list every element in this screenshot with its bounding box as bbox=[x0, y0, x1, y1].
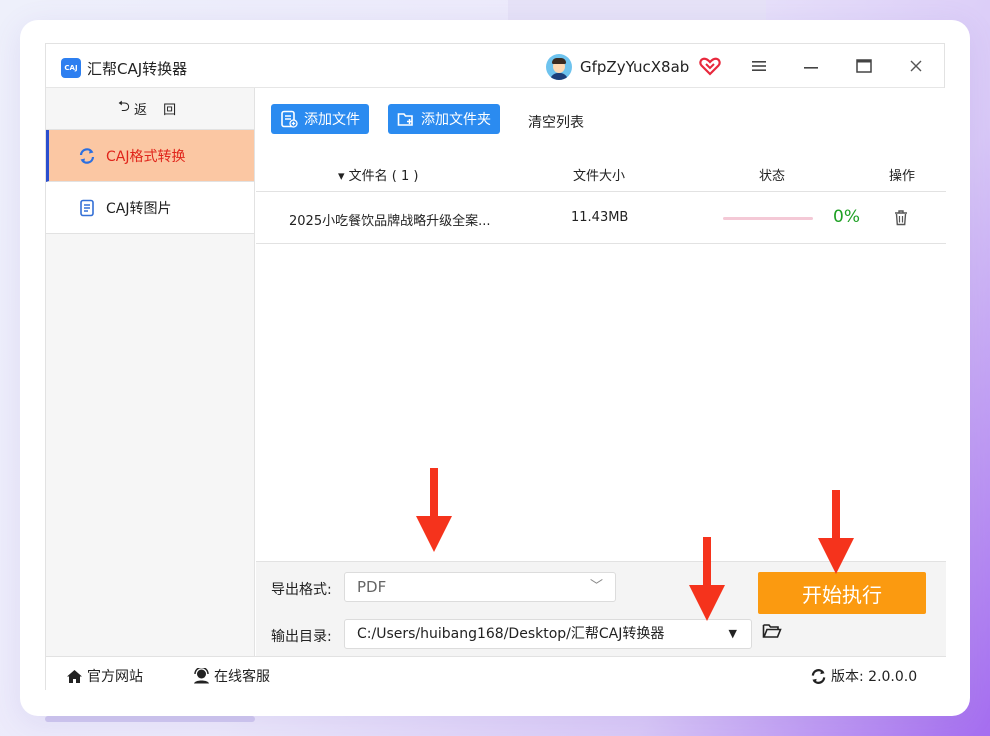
app-window: CAJ 汇帮CAJ转换器 GfpZyYucX8ab ⮌ 返 回 CAJ格式转换 … bbox=[45, 43, 946, 691]
file-size: 11.43MB bbox=[571, 210, 629, 225]
close-button[interactable] bbox=[903, 54, 929, 78]
sidebar-item-label: CAJ转图片 bbox=[106, 200, 172, 217]
website-link[interactable]: 官方网站 bbox=[66, 666, 143, 686]
menu-button[interactable] bbox=[746, 54, 772, 78]
refresh-version-icon bbox=[811, 668, 826, 684]
user-avatar[interactable] bbox=[546, 54, 572, 80]
sidebar-item-label: CAJ格式转换 bbox=[106, 148, 186, 165]
annotation-arrow-icon bbox=[689, 537, 725, 621]
customer-service-link[interactable]: 在线客服 bbox=[193, 666, 270, 686]
app-title: 汇帮CAJ转换器 bbox=[87, 60, 188, 78]
back-label: 返 回 bbox=[133, 103, 183, 118]
column-header-name[interactable]: ▾ 文件名 ( 1 ) bbox=[338, 165, 418, 184]
sidebar-item-caj-to-image[interactable]: CAJ转图片 bbox=[46, 182, 254, 234]
document-icon bbox=[78, 199, 96, 217]
file-name: 2025小吃餐饮品牌战略升级全案... bbox=[289, 214, 491, 229]
app-logo-icon: CAJ bbox=[61, 58, 81, 78]
maximize-icon bbox=[856, 59, 872, 73]
back-button[interactable]: ⮌ 返 回 bbox=[46, 88, 254, 130]
website-label: 官方网站 bbox=[87, 669, 143, 685]
output-settings: 导出格式: PDF ﹀ 输出目录: C:/Users/huibang168/De… bbox=[256, 561, 946, 656]
folder-open-icon[interactable] bbox=[762, 623, 782, 639]
close-icon bbox=[910, 60, 922, 72]
username[interactable]: GfpZyYucX8ab bbox=[580, 58, 689, 76]
sidebar: ⮌ 返 回 CAJ格式转换 CAJ转图片 bbox=[46, 88, 255, 656]
format-select[interactable]: PDF ﹀ bbox=[344, 572, 616, 602]
add-folder-label: 添加文件夹 bbox=[421, 112, 491, 128]
format-value: PDF bbox=[357, 578, 387, 596]
sidebar-item-caj-convert[interactable]: CAJ格式转换 bbox=[46, 130, 254, 182]
annotation-arrow-icon bbox=[818, 490, 854, 574]
dir-value: C:/Users/huibang168/Desktop/汇帮CAJ转换器 bbox=[357, 626, 665, 642]
column-header-status: 状态 bbox=[759, 169, 786, 184]
background-bar bbox=[45, 716, 255, 722]
add-file-label: 添加文件 bbox=[304, 112, 360, 128]
dropdown-triangle-icon: ▼ bbox=[728, 627, 737, 640]
minimize-icon bbox=[804, 67, 818, 69]
refresh-icon bbox=[78, 147, 96, 165]
customer-service-icon bbox=[194, 668, 209, 684]
table-row[interactable]: 2025小吃餐饮品牌战略升级全案... 11.43MB 0% bbox=[256, 192, 946, 244]
progress-percent: 0% bbox=[833, 207, 860, 227]
column-header-size: 文件大小 bbox=[573, 169, 626, 184]
output-dir-select[interactable]: C:/Users/huibang168/Desktop/汇帮CAJ转换器 ▼ bbox=[344, 619, 752, 649]
add-file-icon bbox=[281, 110, 298, 128]
annotation-arrow-icon bbox=[416, 468, 452, 552]
minimize-button[interactable] bbox=[798, 54, 824, 78]
add-folder-icon bbox=[397, 113, 413, 126]
column-header-action: 操作 bbox=[889, 169, 916, 184]
home-icon bbox=[67, 669, 82, 683]
table-header: ▾ 文件名 ( 1 ) 文件大小 状态 操作 bbox=[256, 154, 946, 192]
vip-heart-icon[interactable] bbox=[699, 56, 721, 76]
maximize-button[interactable] bbox=[851, 54, 877, 78]
service-label: 在线客服 bbox=[214, 669, 270, 685]
title-bar: CAJ 汇帮CAJ转换器 GfpZyYucX8ab bbox=[46, 44, 944, 88]
back-arrow-icon: ⮌ bbox=[117, 97, 130, 115]
footer: 官方网站 在线客服 版本: 2.0.0.0 bbox=[46, 656, 946, 691]
add-folder-button[interactable]: 添加文件夹 bbox=[388, 104, 500, 134]
progress-bar bbox=[723, 217, 813, 220]
clear-list-button[interactable]: 清空列表 bbox=[528, 112, 584, 132]
chevron-down-icon: ﹀ bbox=[589, 579, 603, 594]
hamburger-icon bbox=[752, 61, 766, 71]
add-file-button[interactable]: 添加文件 bbox=[271, 104, 369, 134]
version-info[interactable]: 版本: 2.0.0.0 bbox=[810, 666, 917, 686]
delete-icon[interactable] bbox=[894, 209, 908, 226]
start-button[interactable]: 开始执行 bbox=[758, 572, 926, 614]
format-label: 导出格式: bbox=[271, 582, 332, 598]
version-label: 版本: 2.0.0.0 bbox=[831, 669, 918, 685]
dir-label: 输出目录: bbox=[271, 629, 332, 645]
